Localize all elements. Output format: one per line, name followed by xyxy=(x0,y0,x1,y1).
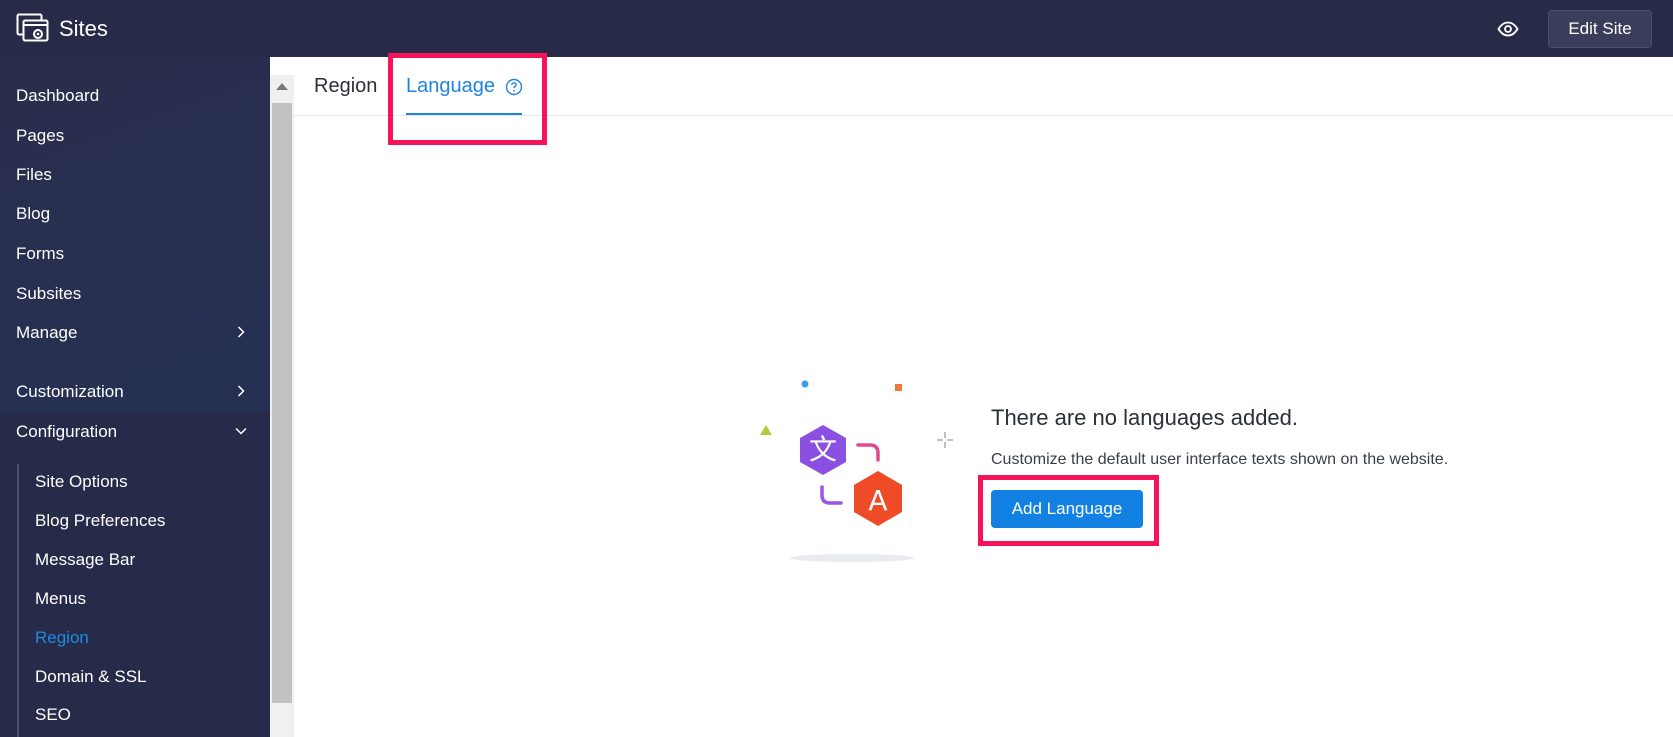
sites-logo-icon xyxy=(16,13,49,41)
sidebar-subitem-message-bar[interactable]: Message Bar xyxy=(35,544,255,576)
scroll-up-arrow-icon[interactable] xyxy=(276,83,288,90)
tab-bar: Region Language xyxy=(294,57,1673,116)
active-tab-indicator xyxy=(406,113,522,115)
sidebar-subitem-label: Message Bar xyxy=(35,550,136,569)
preview-button[interactable] xyxy=(1494,17,1522,41)
sidebar-item-forms[interactable]: Forms xyxy=(16,237,256,271)
sidebar-subitem-blog-preferences[interactable]: Blog Preferences xyxy=(35,505,255,537)
sidebar-subitem-seo[interactable]: SEO xyxy=(35,699,255,731)
sidebar-item-subsites[interactable]: Subsites xyxy=(16,277,256,311)
sidebar-item-manage[interactable]: Manage xyxy=(16,316,256,350)
sidebar-subitem-label: Blog Preferences xyxy=(35,511,166,530)
chevron-right-icon xyxy=(237,326,245,338)
app-title: Sites xyxy=(59,15,108,41)
sidebar-item-label: Files xyxy=(16,165,52,184)
sidebar-item-dashboard[interactable]: Dashboard xyxy=(16,79,256,113)
brand[interactable]: Sites xyxy=(16,13,108,45)
sidebar-subitem-site-options[interactable]: Site Options xyxy=(35,466,255,498)
languages-illustration: 文 A xyxy=(760,380,953,562)
empty-state-description: Customize the default user interface tex… xyxy=(991,451,1449,468)
sidebar-subitem-menus[interactable]: Menus xyxy=(35,583,255,615)
sidebar-item-label: Blog xyxy=(16,204,51,223)
sidebar-item-label: Forms xyxy=(16,244,65,263)
add-language-button[interactable]: Add Language xyxy=(991,490,1143,528)
chevron-down-icon xyxy=(235,427,247,435)
tab-label: Language xyxy=(406,75,495,97)
sidebar-item-files[interactable]: Files xyxy=(16,158,256,192)
sidebar-subitem-label: Domain & SSL xyxy=(35,667,147,686)
tab-label: Region xyxy=(314,75,378,97)
sidebar-item-label: Subsites xyxy=(16,284,82,303)
sidebar-item-label: Manage xyxy=(16,323,78,342)
eye-icon xyxy=(1497,21,1519,37)
help-icon[interactable] xyxy=(505,78,523,96)
top-bar: Sites Edit Site xyxy=(0,0,1673,57)
submenu-guide-line xyxy=(17,464,19,737)
latin-glyph: A xyxy=(868,484,887,517)
sidebar-subitem-region[interactable]: Region xyxy=(35,622,255,654)
sidebar-item-configuration[interactable]: Configuration xyxy=(16,415,256,449)
edit-site-button[interactable]: Edit Site xyxy=(1548,10,1652,48)
chinese-glyph: 文 xyxy=(809,433,837,466)
sidebar-subitem-domain-ssl[interactable]: Domain & SSL xyxy=(35,661,255,693)
sidebar-item-label: Customization xyxy=(16,382,124,401)
sidebar-subitem-label: Site Options xyxy=(35,472,128,491)
tab-region[interactable]: Region xyxy=(314,57,377,116)
tab-language[interactable]: Language xyxy=(406,57,523,116)
sidebar-item-blog[interactable]: Blog xyxy=(16,197,256,231)
sidebar-subitem-label: Menus xyxy=(35,589,87,608)
empty-state-title: There are no languages added. xyxy=(991,405,1299,430)
sidebar-subitem-label: Region xyxy=(35,628,89,647)
sidebar-item-label: Configuration xyxy=(16,422,118,441)
chevron-right-icon xyxy=(237,385,245,397)
scrollbar-thumb[interactable] xyxy=(272,103,292,703)
sidebar-item-label: Dashboard xyxy=(16,86,100,105)
sidebar-item-label: Pages xyxy=(16,126,65,145)
sidebar-scrollbar[interactable] xyxy=(270,75,294,737)
sidebar: Dashboard Pages Files Blog Forms Subsite… xyxy=(0,57,270,737)
sidebar-item-customization[interactable]: Customization xyxy=(16,375,256,409)
sidebar-subitem-label: SEO xyxy=(35,705,71,724)
sidebar-item-pages[interactable]: Pages xyxy=(16,119,256,153)
